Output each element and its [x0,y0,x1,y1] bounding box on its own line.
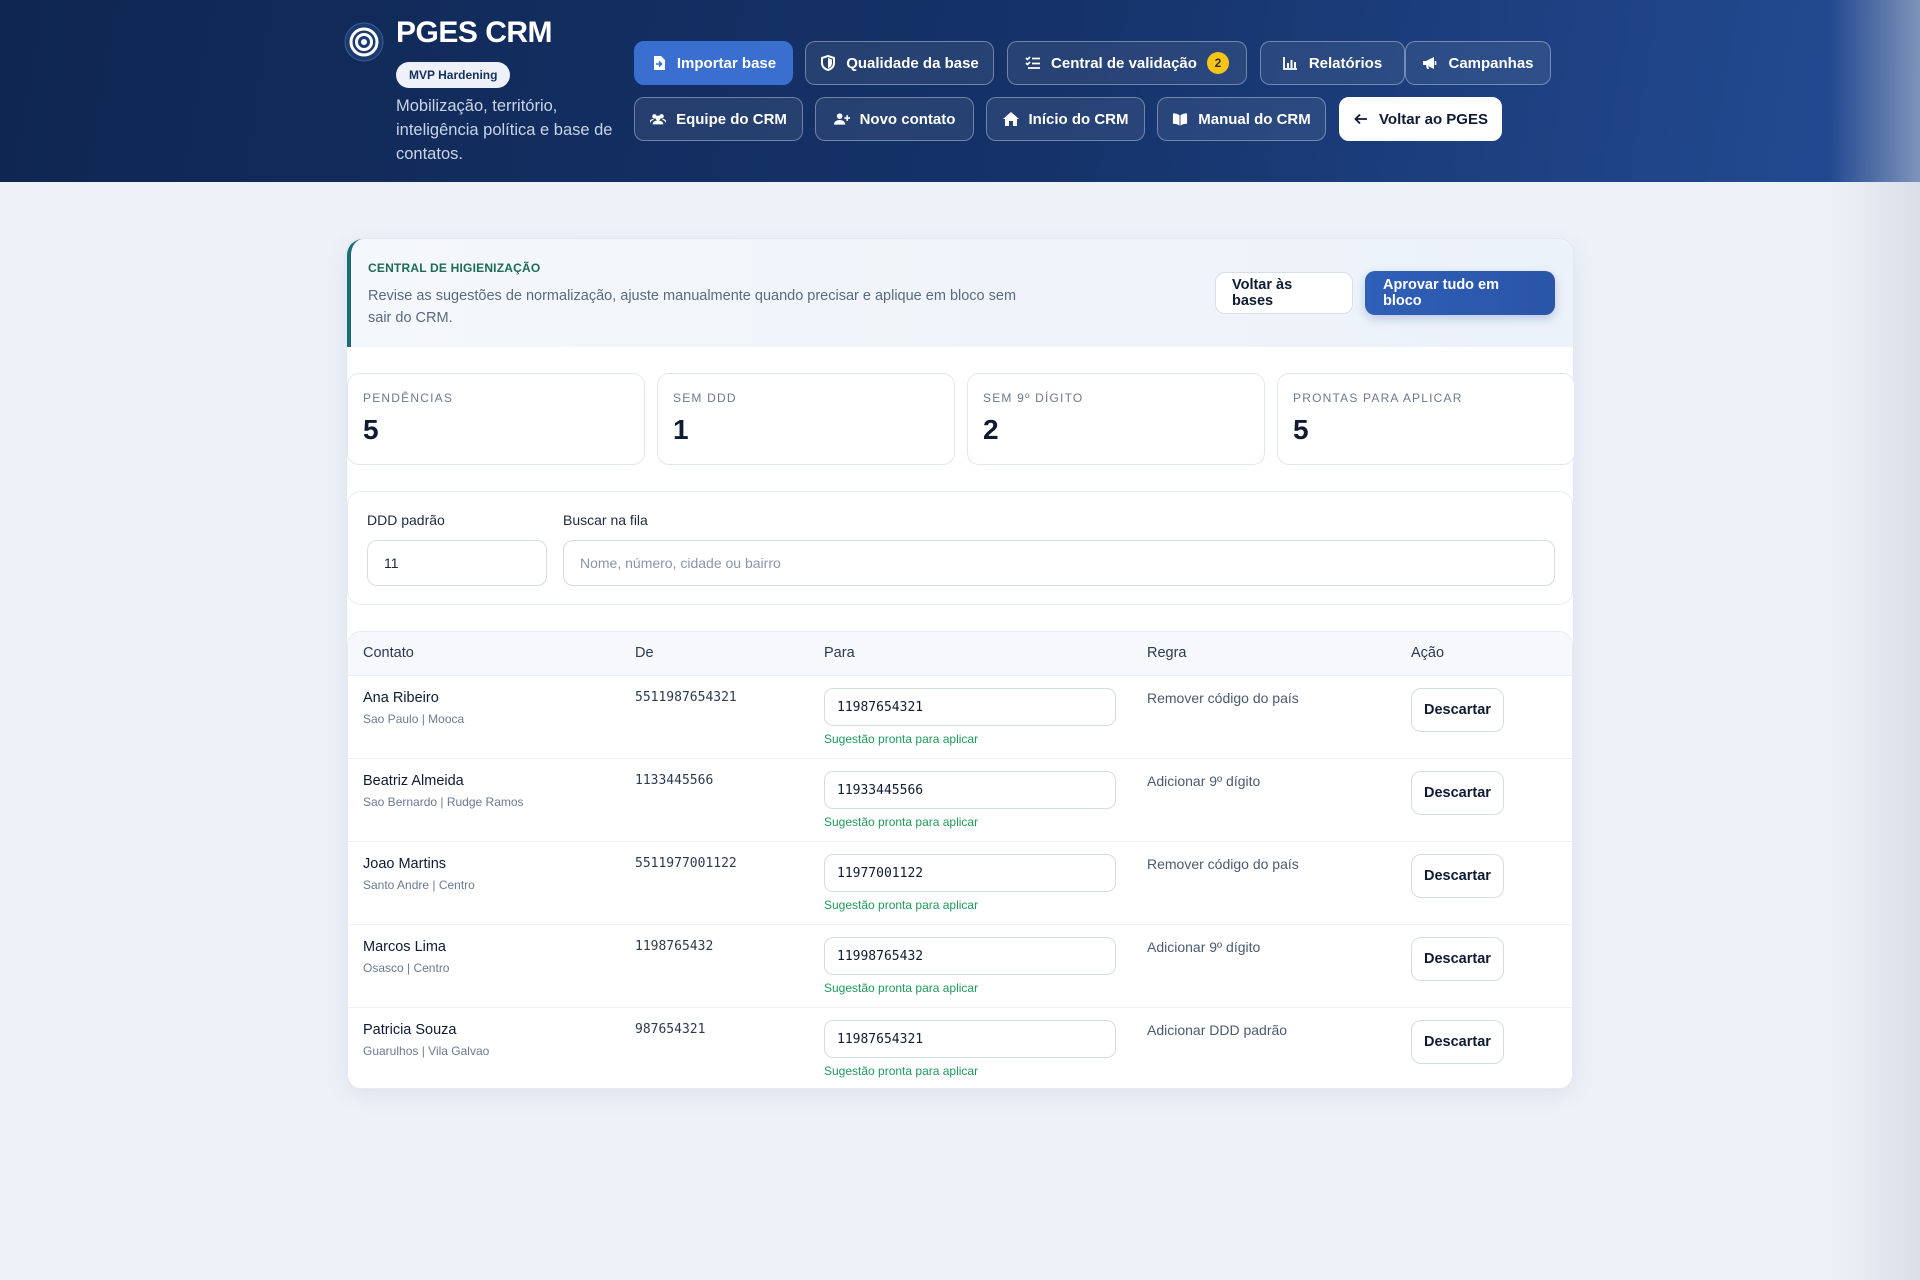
original-number: 5511987654321 [635,690,737,705]
sanitization-card: CENTRAL DE HIGIENIZAÇÃO Revise as sugest… [346,238,1575,1090]
suggestion-status: Sugestão pronta para aplicar [824,1064,979,1078]
suggested-number-input[interactable] [824,771,1116,809]
original-number: 987654321 [635,1022,706,1037]
rule-text: Adicionar DDD padrão [1147,1022,1288,1038]
contact-location: Sao Bernardo | Rudge Ramos [363,795,524,809]
app-title: PGES CRM [396,16,553,49]
contact-location: Santo Andre | Centro [363,878,475,892]
crm-manual-button[interactable]: Manual do CRM [1157,97,1326,141]
contact-location: Guarulhos | Vila Galvao [363,1044,490,1058]
contact-name: Ana Ribeiro [363,690,439,706]
header-from: De [635,645,654,661]
table-row: Joao Martins Santo Andre | Centro 551197… [348,842,1572,925]
version-badge: MVP Hardening [396,62,511,88]
stat-card-no-ddd: SEM DDD 1 [657,373,955,465]
contact-location: Osasco | Centro [363,961,450,975]
table-row: Patricia Souza Guarulhos | Vila Galvao 9… [348,1008,1572,1088]
suggestion-status: Sugestão pronta para aplicar [824,981,979,995]
app-header: PGES CRM MVP Hardening Mobilização, terr… [0,0,1920,182]
table-row: Marcos Lima Osasco | Centro 1198765432 S… [348,925,1572,1008]
contact-name: Patricia Souza [363,1022,457,1038]
stat-card-no-ninth-digit: SEM 9º DÍGITO 2 [967,373,1265,465]
crm-home-button[interactable]: Início do CRM [986,97,1145,141]
ddd-label: DDD padrão [367,512,445,528]
discard-button[interactable]: Descartar [1411,1020,1504,1064]
header-contact: Contato [363,645,414,661]
rule-text: Remover código do país [1147,690,1299,706]
suggested-number-input[interactable] [824,688,1116,726]
rule-text: Remover código do país [1147,856,1299,872]
contact-name: Joao Martins [363,856,447,872]
stat-card-pending: PENDÊNCIAS 5 [347,373,645,465]
contact-name: Marcos Lima [363,939,446,955]
home-icon [1002,111,1019,127]
crm-team-button[interactable]: Equipe do CRM [634,97,803,141]
stat-card-ready: PRONTAS PARA APLICAR 5 [1277,373,1575,465]
original-number: 1198765432 [635,939,714,954]
filters-panel: DDD padrão Buscar na fila [347,491,1573,605]
checklist-icon [1025,55,1041,71]
discard-button[interactable]: Descartar [1411,937,1504,981]
suggestions-table: Contato De Para Regra Ação Ana Ribeiro S… [347,631,1573,1089]
rule-text: Adicionar 9º dígito [1147,939,1261,955]
search-label: Buscar na fila [563,512,648,528]
book-icon [1172,111,1188,127]
suggested-number-input[interactable] [824,1020,1116,1058]
header-to: Para [824,645,855,661]
back-to-pges-button[interactable]: Voltar ao PGES [1339,97,1502,141]
header-rule: Regra [1147,645,1187,661]
edge-shadow [1830,0,1920,1280]
table-row: Beatriz Almeida Sao Bernardo | Rudge Ram… [348,759,1572,842]
rule-text: Adicionar 9º dígito [1147,773,1261,789]
discard-button[interactable]: Descartar [1411,854,1504,898]
contact-location: Sao Paulo | Mooca [363,712,465,726]
table-header: Contato De Para Regra Ação [348,632,1572,676]
suggested-number-input[interactable] [824,854,1116,892]
header-action: Ação [1411,645,1445,661]
discard-button[interactable]: Descartar [1411,771,1504,815]
table-row: Ana Ribeiro Sao Paulo | Mooca 5511987654… [348,676,1572,759]
discard-button[interactable]: Descartar [1411,688,1504,732]
file-import-icon [651,55,667,71]
suggestion-status: Sugestão pronta para aplicar [824,732,979,746]
approve-all-button[interactable]: Aprovar tudo em bloco [1365,271,1555,315]
section-description: Revise as sugestões de normalização, aju… [368,288,1017,326]
megaphone-icon [1422,55,1438,71]
campaigns-button[interactable]: Campanhas [1405,41,1551,85]
suggestion-status: Sugestão pronta para aplicar [824,815,979,829]
pending-count-badge: 2 [1206,52,1229,74]
search-input[interactable] [563,540,1555,586]
sanitization-hero: CENTRAL DE HIGIENIZAÇÃO Revise as sugest… [347,239,1573,347]
original-number: 1133445566 [635,773,714,788]
bar-chart-icon [1283,55,1299,71]
contact-name: Beatriz Almeida [363,773,464,789]
suggestion-status: Sugestão pronta para aplicar [824,898,979,912]
validation-center-button[interactable]: Central de validação 2 [1007,41,1247,85]
ddd-input[interactable] [367,540,547,586]
original-number: 5511977001122 [635,856,737,871]
back-to-bases-button[interactable]: Voltar às bases [1215,272,1353,314]
arrow-left-icon [1353,111,1369,127]
reports-button[interactable]: Relatórios [1260,41,1405,85]
shield-icon [820,55,836,71]
section-kicker: CENTRAL DE HIGIENIZAÇÃO [368,261,541,275]
target-icon [344,22,384,62]
users-icon [650,111,667,127]
app-description: Mobilização, território, inteligência po… [396,97,613,163]
base-quality-button[interactable]: Qualidade da base [805,41,994,85]
import-base-button[interactable]: Importar base [634,41,793,85]
user-plus-icon [833,111,850,127]
new-contact-button[interactable]: Novo contato [815,97,974,141]
suggested-number-input[interactable] [824,937,1116,975]
